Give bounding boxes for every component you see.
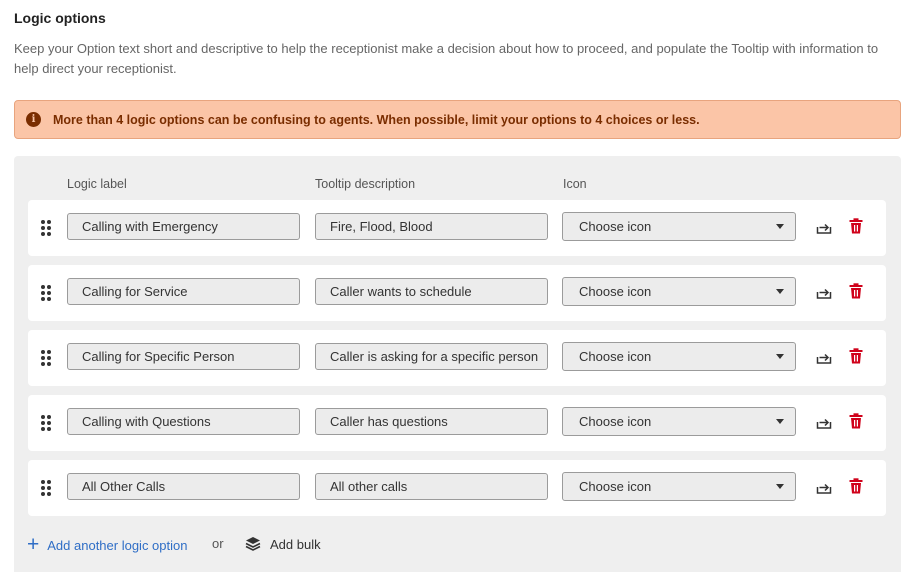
icon-select[interactable]: Choose icon [562, 212, 796, 241]
move-option-icon[interactable] [816, 349, 832, 365]
caret-down-icon [776, 419, 784, 424]
trash-icon[interactable] [849, 283, 863, 299]
section-description: Keep your Option text short and descript… [14, 41, 879, 76]
tooltip-description-input[interactable]: Fire, Flood, Blood [315, 213, 548, 240]
column-header-tooltip: Tooltip description [315, 177, 416, 191]
logic-label-input[interactable]: Calling for Service [67, 278, 300, 305]
logic-label-input[interactable]: Calling with Questions [67, 408, 300, 435]
move-option-icon[interactable] [816, 479, 832, 495]
alert-text: More than 4 logic options can be confusi… [53, 112, 700, 127]
tooltip-description-input[interactable]: Caller wants to schedule [315, 278, 548, 305]
logic-label-input[interactable]: Calling with Emergency [67, 213, 300, 240]
drag-handle-icon[interactable] [41, 285, 51, 301]
warning-alert: i More than 4 logic options can be confu… [14, 100, 901, 139]
caret-down-icon [776, 224, 784, 229]
add-logic-option-button[interactable]: + Add another logic option [27, 533, 188, 556]
icon-select[interactable]: Choose icon [562, 407, 796, 436]
logic-option-row: Calling with Questions Caller has questi… [28, 395, 886, 451]
logic-option-row: Calling for Specific Person Caller is as… [28, 330, 886, 386]
section-title: Logic options [14, 10, 106, 26]
trash-icon[interactable] [849, 478, 863, 494]
icon-select-value: Choose icon [579, 349, 652, 364]
move-option-icon[interactable] [816, 284, 832, 300]
info-icon: i [26, 112, 41, 127]
icon-select-value: Choose icon [579, 219, 652, 234]
move-option-icon[interactable] [816, 219, 832, 235]
icon-select-value: Choose icon [579, 284, 652, 299]
drag-handle-icon[interactable] [41, 415, 51, 431]
trash-icon[interactable] [849, 218, 863, 234]
drag-handle-icon[interactable] [41, 350, 51, 366]
icon-select[interactable]: Choose icon [562, 277, 796, 306]
or-text: or [212, 536, 224, 551]
icon-select-value: Choose icon [579, 479, 652, 494]
icon-select[interactable]: Choose icon [562, 342, 796, 371]
caret-down-icon [776, 484, 784, 489]
add-bulk-label: Add bulk [270, 536, 321, 552]
logic-option-row: Calling for Service Caller wants to sche… [28, 265, 886, 321]
trash-icon[interactable] [849, 413, 863, 429]
column-header-logic-label: Logic label [67, 177, 127, 191]
add-bulk-button[interactable]: Add bulk [245, 536, 321, 552]
move-option-icon[interactable] [816, 414, 832, 430]
tooltip-description-input[interactable]: Caller is asking for a specific person [315, 343, 548, 370]
logic-label-input[interactable]: Calling for Specific Person [67, 343, 300, 370]
icon-select-value: Choose icon [579, 414, 652, 429]
layers-icon [245, 537, 261, 551]
column-header-icon: Icon [563, 177, 587, 191]
add-logic-option-label: Add another logic option [47, 537, 188, 553]
icon-select[interactable]: Choose icon [562, 472, 796, 501]
logic-option-row: All Other Calls All other calls Choose i… [28, 460, 886, 516]
caret-down-icon [776, 289, 784, 294]
drag-handle-icon[interactable] [41, 220, 51, 236]
trash-icon[interactable] [849, 348, 863, 364]
caret-down-icon [776, 354, 784, 359]
logic-label-input[interactable]: All Other Calls [67, 473, 300, 500]
plus-icon: + [27, 533, 40, 556]
tooltip-description-input[interactable]: All other calls [315, 473, 548, 500]
logic-option-row: Calling with Emergency Fire, Flood, Bloo… [28, 200, 886, 256]
tooltip-description-input[interactable]: Caller has questions [315, 408, 548, 435]
drag-handle-icon[interactable] [41, 480, 51, 496]
